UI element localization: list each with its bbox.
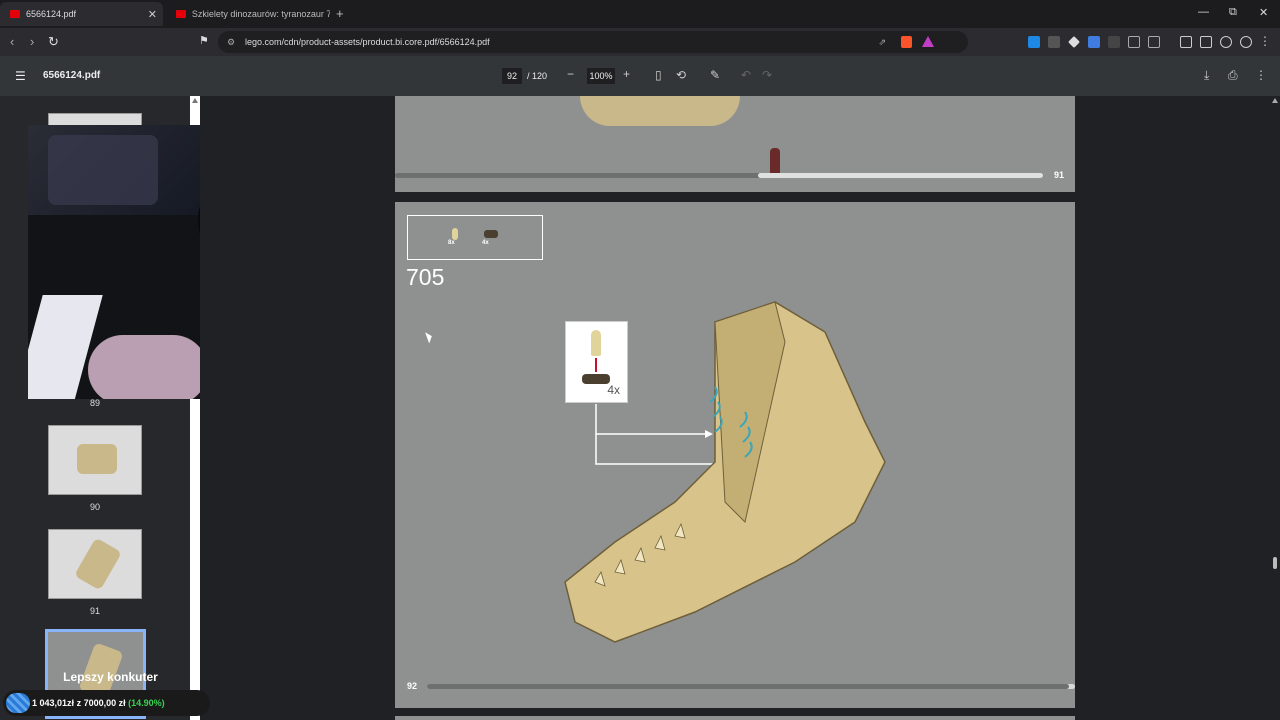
fit-page-icon[interactable]: ▯ [655,68,662,82]
pdf-page-91: 91 [395,96,1075,192]
annotate-icon[interactable]: ✎ [710,68,720,82]
site-info-icon[interactable]: ⚙ [227,31,235,53]
redo-icon[interactable]: ↷ [762,68,772,82]
vpn-icon[interactable] [1240,36,1252,48]
pdf-toolbar: ☰ 6566124.pdf 92 / 120 − 100% + ▯ ⟲ ✎ ↶ … [0,56,1280,96]
page-number: 92 [407,681,418,691]
viewer-scrollbar[interactable] [1270,96,1280,720]
restore-icon[interactable]: ⧉ [1229,6,1237,19]
forward-icon[interactable]: › [30,34,34,49]
more-options-icon[interactable]: ⋮ [1255,68,1267,82]
new-tab-button[interactable]: + [336,6,344,21]
tab-title: 6566124.pdf [26,9,77,19]
thumbnail-page-91[interactable] [48,529,142,599]
zoom-input[interactable]: 100% [587,68,615,84]
sidebar-menu-icon[interactable]: ☰ [15,69,26,83]
extension-wave-icon[interactable] [1088,36,1100,48]
assembly-illustration [564,301,886,643]
tab-title: Szkielety dinozaurów: tyranozaur 76 [191,9,330,19]
progress-fill [757,173,1043,178]
close-tab-icon[interactable]: ✕ [148,8,157,21]
donation-percent: (14.90%) [128,698,165,708]
close-window-icon[interactable]: ✕ [1259,6,1268,19]
page-number: 91 [1054,170,1065,180]
sidebar-toggle-icon[interactable] [1180,36,1192,48]
brave-rewards-icon[interactable] [922,36,934,47]
translate-extension-icon[interactable] [1028,36,1040,48]
print-icon[interactable]: ⎙ [1228,68,1238,83]
page-number-input[interactable]: 92 [502,68,522,84]
brave-shield-icon[interactable] [901,36,912,48]
donation-goal: 7000,00 zł [83,698,126,708]
callout-arrow [595,404,705,435]
minimize-icon[interactable]: — [1198,6,1209,18]
progress-track [427,684,1075,689]
donation-of-label: z [76,698,82,708]
reload-icon[interactable]: ↻ [48,34,59,50]
lego-favicon-icon [176,10,186,18]
viewer-scrollbar-thumb[interactable] [1273,557,1277,569]
url-field[interactable]: ⚙ lego.com/cdn/product-assets/product.bi… [218,31,968,53]
download-icon[interactable]: ⤓ [1204,68,1209,83]
zoom-in-icon[interactable]: + [623,67,630,81]
progress-fill [427,684,1069,689]
extension-icon[interactable] [1048,36,1060,48]
thumbnail-label: 89 [89,398,100,408]
extensions-puzzle-icon[interactable] [1128,36,1140,48]
tab-dinosaur[interactable]: Szkielety dinozaurów: tyranozaur 76 [166,2,330,26]
thumbnail-label: 91 [89,606,100,616]
donation-amount: 1 043,01zł [32,698,75,708]
pdf-page-92: 8x 4x 705 4x 92 [395,202,1075,708]
donation-goal-bar: 1 043,01zł z 7000,00 zł (14.90%) [3,690,210,716]
share-icon[interactable]: ⇗ [878,31,886,53]
extension-diamond-icon[interactable] [1068,36,1080,48]
pdf-filename: 6566124.pdf [43,70,101,81]
screenshot-icon[interactable] [1148,36,1160,48]
pdf-page-93 [395,716,1075,720]
leo-ai-icon[interactable] [1220,36,1232,48]
callout-arrow [595,434,735,465]
page-count: / 120 [527,71,548,81]
zoom-out-icon[interactable]: − [567,67,574,81]
thumbnail-label: 90 [89,502,100,512]
bookmark-icon[interactable]: ⚑ [199,34,209,47]
progress-stripe-icon [6,693,30,713]
pdf-viewer: 91 8x 4x 705 4x 92 [200,96,1270,720]
extension-icon[interactable] [1108,36,1120,48]
wallet-icon[interactable] [1200,36,1212,48]
undo-icon[interactable]: ↶ [741,68,751,82]
url-text: lego.com/cdn/product-assets/product.bi.c… [245,37,490,47]
progress-track [395,173,1043,178]
browser-menu-icon[interactable]: ⋮ [1259,34,1271,48]
tab-bar: 6566124.pdf ✕ Szkielety dinozaurów: tyra… [0,0,1280,28]
stream-overlay-title: Lepszy konkuter [63,670,158,684]
rotate-icon[interactable]: ⟲ [676,68,686,82]
address-bar-row: ‹ › ↻ ⚑ ⚙ lego.com/cdn/product-assets/pr… [0,28,1280,56]
thumbnail-page-90[interactable] [48,425,142,495]
tab-pdf[interactable]: 6566124.pdf ✕ [0,2,163,26]
back-icon[interactable]: ‹ [10,34,14,49]
skeleton-illustration [580,96,740,126]
lego-favicon-icon [10,10,20,18]
